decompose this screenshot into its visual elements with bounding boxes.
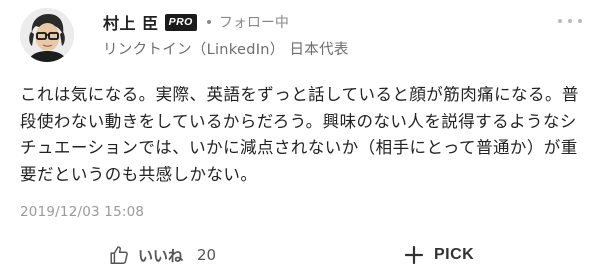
follow-status-label: フォロー中 xyxy=(218,15,289,31)
author-name[interactable]: 村上 臣 xyxy=(103,10,159,34)
user-avatar-icon xyxy=(20,8,74,62)
like-label: いいね xyxy=(138,246,184,265)
author-header: 村上 臣 PRO フォロー中 xyxy=(103,11,289,33)
more-options-icon xyxy=(558,19,562,23)
like-count: 20 xyxy=(197,246,217,264)
timestamp: 2019/12/03 15:08 xyxy=(20,204,145,220)
more-options-icon xyxy=(568,19,572,23)
more-options-button[interactable] xyxy=(558,13,582,29)
avatar[interactable] xyxy=(20,8,74,62)
more-options-icon xyxy=(578,19,582,23)
comment-text: これは気になる。実際、英語をずっと話していると顔が筋肉痛になる。普段使わない動き… xyxy=(20,85,579,184)
pro-badge: PRO xyxy=(164,13,197,31)
pick-button[interactable]: PICK xyxy=(404,243,474,267)
comment-card: 村上 臣 PRO フォロー中 リンクトイン（LinkedIn） 日本代表 これは… xyxy=(0,0,600,278)
dot-separator-icon xyxy=(206,20,211,24)
pick-label: PICK xyxy=(434,246,475,263)
author-title: リンクトイン（LinkedIn） 日本代表 xyxy=(103,42,349,58)
plus-icon xyxy=(404,245,424,265)
follow-status[interactable]: フォロー中 xyxy=(206,12,289,32)
thumbs-up-icon xyxy=(110,246,128,264)
like-button[interactable]: いいね 20 xyxy=(108,243,216,267)
